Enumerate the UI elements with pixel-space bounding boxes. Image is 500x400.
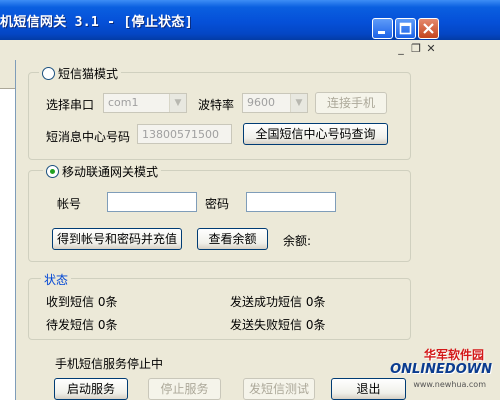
baud-select-value: 9600 — [247, 96, 275, 109]
watermark: 华军软件园 ONLINEDOWN www.newhua.com — [390, 344, 492, 396]
modem-mode-radio[interactable] — [42, 67, 55, 80]
account-input[interactable] — [107, 192, 197, 212]
baud-label: 波特率 — [198, 98, 235, 112]
watermark-url: www.newhua.com — [413, 380, 486, 389]
minimize-icon — [378, 31, 385, 34]
balance-label: 余额: — [283, 234, 312, 248]
center-number-label: 短消息中心号码 — [46, 130, 131, 144]
center-number-query-button[interactable]: 全国短信中心号码查询 — [243, 123, 388, 145]
received-count: 收到短信 0条 — [46, 295, 118, 309]
modem-mode-label: 短信猫模式 — [58, 67, 119, 81]
get-account-button[interactable]: 得到帐号和密码并充值 — [52, 228, 182, 250]
sent-success-count: 发送成功短信 0条 — [230, 295, 326, 309]
chevron-down-icon[interactable]: ▼ — [169, 94, 186, 112]
window-title: 机短信网关 3.1 - [停止状态] — [0, 15, 193, 30]
close-button[interactable] — [418, 18, 439, 39]
port-label: 选择串口 — [46, 98, 95, 112]
chevron-down-icon[interactable]: ▼ — [290, 94, 307, 112]
left-panel — [0, 60, 16, 400]
account-label: 帐号 — [57, 197, 82, 211]
left-panel-header — [0, 60, 15, 89]
watermark-brand: 华军软件园 — [423, 348, 484, 362]
pending-count: 待发短信 0条 — [46, 318, 118, 332]
start-service-button[interactable]: 启动服务 — [54, 378, 128, 400]
password-label: 密码 — [205, 197, 230, 211]
port-select-value: com1 — [108, 96, 139, 109]
stop-service-button[interactable]: 停止服务 — [148, 378, 221, 400]
minimize-button[interactable] — [372, 18, 393, 39]
mdi-minimize-icon[interactable]: _ — [393, 42, 409, 56]
maximize-button[interactable] — [395, 18, 416, 39]
gateway-mode-label: 移动联通网关模式 — [62, 165, 159, 179]
mdi-restore-icon[interactable]: ❐ — [408, 42, 424, 56]
service-status-text: 手机短信服务停止中 — [55, 357, 164, 371]
connect-phone-button[interactable]: 连接手机 — [315, 92, 387, 114]
title-bar: 机短信网关 3.1 - [停止状态] — [0, 0, 500, 40]
modem-mode-group: 短信猫模式 — [28, 65, 411, 160]
gateway-mode-legend[interactable]: 移动联通网关模式 — [43, 163, 162, 180]
mdi-close-icon[interactable]: ✕ — [423, 42, 439, 56]
check-balance-button[interactable]: 查看余额 — [197, 228, 268, 250]
send-test-button[interactable]: 发短信测试 — [243, 378, 315, 400]
maximize-icon — [399, 22, 412, 35]
close-icon — [423, 23, 434, 34]
gateway-mode-radio[interactable] — [46, 165, 59, 178]
password-input[interactable] — [246, 192, 336, 212]
sent-fail-count: 发送失败短信 0条 — [230, 318, 326, 332]
modem-mode-legend[interactable]: 短信猫模式 — [39, 65, 122, 82]
center-number-input[interactable] — [137, 124, 232, 144]
baud-select[interactable]: 9600 ▼ — [242, 93, 308, 113]
status-legend: 状态 — [41, 271, 72, 288]
port-select[interactable]: com1 ▼ — [103, 93, 187, 113]
watermark-logo: ONLINEDOWN — [390, 362, 492, 377]
menu-bar: _ ❐ ✕ — [0, 40, 500, 60]
